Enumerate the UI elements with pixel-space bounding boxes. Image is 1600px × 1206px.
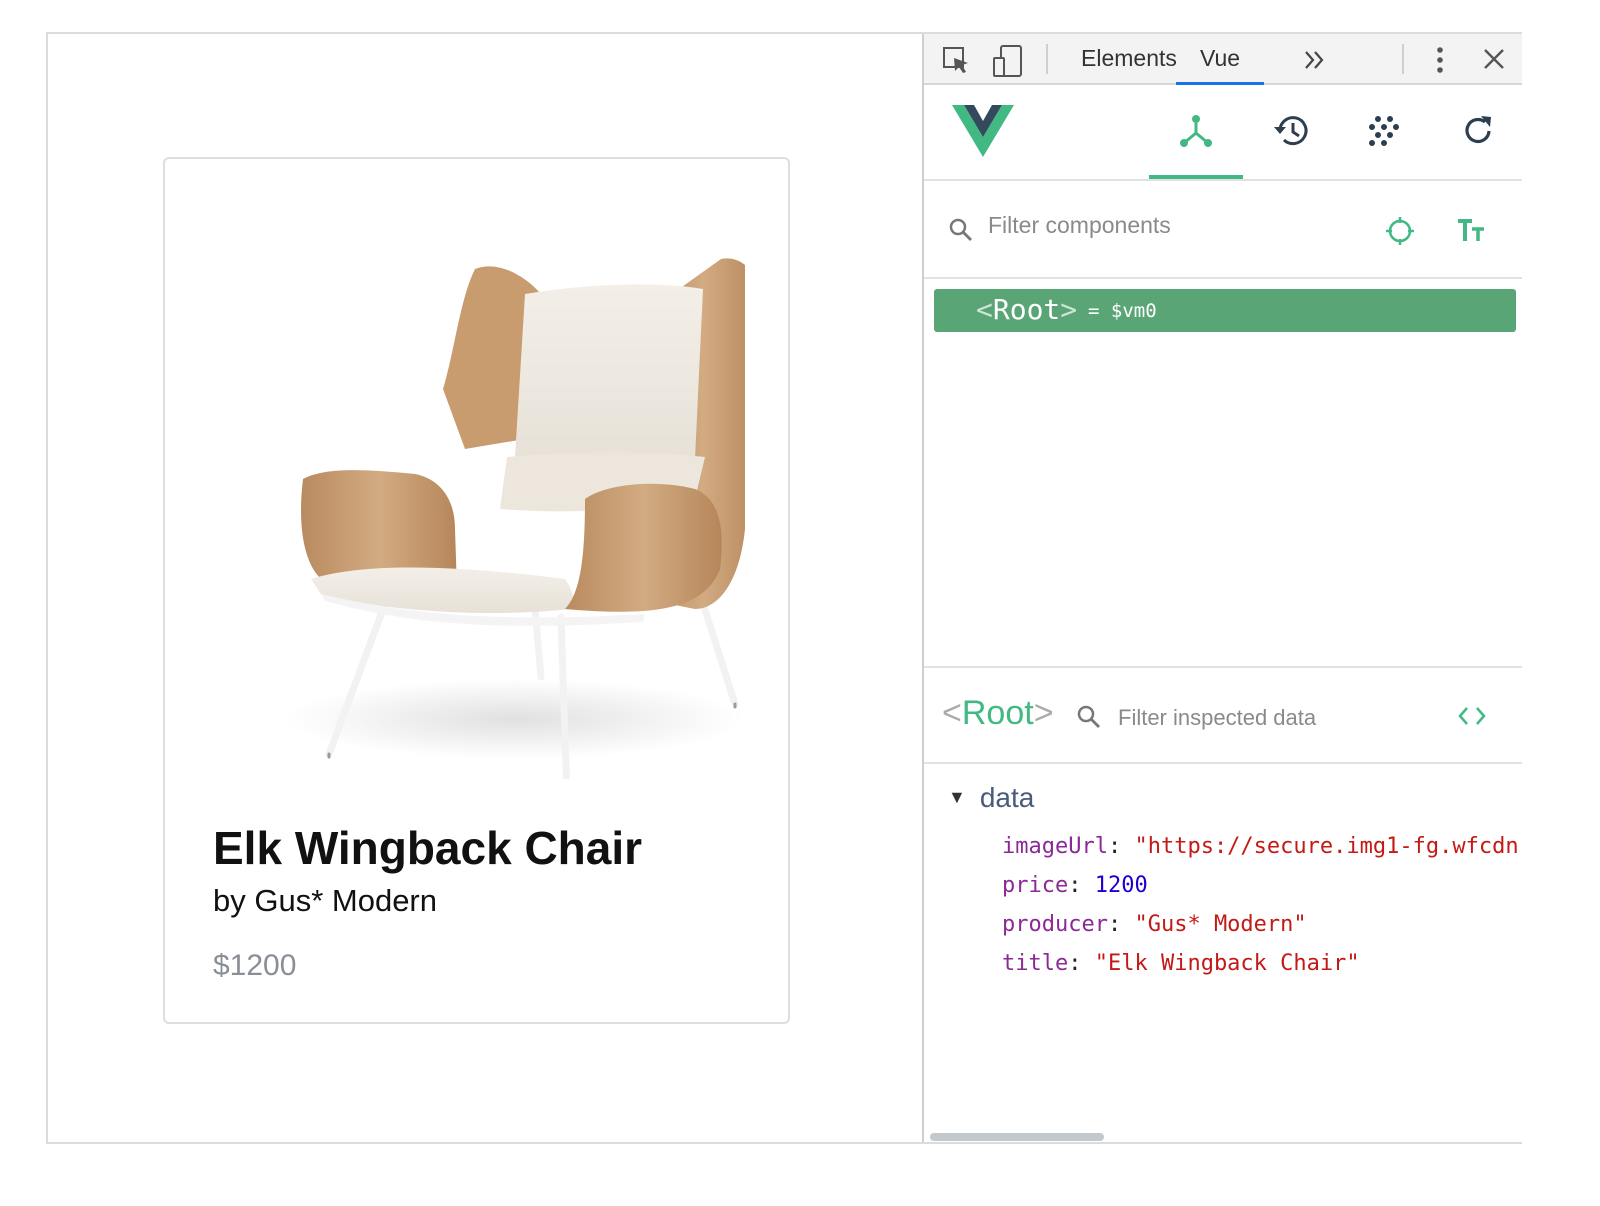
component-tree: <Root> = $vm0 — [924, 279, 1522, 666]
inspected-data: ▼ data imageUrl: "https://secure.img1-fg.… — [924, 764, 1522, 1134]
more-tabs-icon[interactable] — [1304, 50, 1326, 70]
refresh-icon — [1465, 116, 1491, 144]
product-card: Elk Wingback Chair by Gus* Modern $1200 — [163, 157, 790, 1024]
data-prop-price: price: 1200 — [1002, 873, 1148, 898]
tabbar-divider — [1046, 44, 1048, 74]
text-format-icon[interactable] — [1456, 219, 1486, 243]
browser-window: Elk Wingback Chair by Gus* Modern $1200 … — [46, 32, 1522, 1144]
vue-logo-icon — [952, 105, 1014, 157]
devtools-tabbar: Elements Vue — [924, 34, 1522, 85]
page-viewport: Elk Wingback Chair by Gus* Modern $1200 — [48, 34, 922, 1142]
device-toolbar-icon[interactable] — [992, 44, 1024, 78]
horizontal-scrollbar[interactable] — [930, 1133, 1104, 1141]
select-component-icon[interactable] — [1384, 215, 1416, 247]
component-name: Root — [992, 293, 1061, 326]
tab-elements[interactable]: Elements — [1081, 44, 1177, 82]
events-tab[interactable] — [1337, 85, 1431, 179]
filter-components-input[interactable] — [986, 211, 1370, 240]
components-icon — [1180, 115, 1212, 147]
data-prop-imageurl: imageUrl: "https://secure.img1-fg.wfcdn.… — [1002, 834, 1522, 859]
component-filter-bar — [924, 181, 1522, 279]
close-icon[interactable] — [1483, 48, 1505, 70]
product-image — [285, 258, 745, 779]
search-icon — [1077, 705, 1100, 728]
refresh-tab[interactable] — [1431, 85, 1522, 179]
tab-vue[interactable]: Vue — [1176, 44, 1265, 85]
product-price: $1200 — [213, 949, 297, 982]
kebab-menu-icon[interactable] — [1430, 46, 1450, 74]
inspected-component-name: <Root> — [942, 694, 1054, 732]
code-view-icon[interactable] — [1458, 706, 1486, 726]
component-tag: <Root> — [976, 293, 1078, 326]
inspector-header: <Root> — [924, 666, 1522, 764]
data-section-toggle[interactable]: ▼ data — [948, 782, 1034, 814]
tree-row-root[interactable]: <Root> = $vm0 — [934, 289, 1516, 332]
vm-reference: = $vm0 — [1088, 300, 1157, 322]
components-tab[interactable] — [1149, 85, 1243, 179]
data-prop-producer: producer: "Gus* Modern" — [1002, 912, 1307, 937]
data-prop-title: title: "Elk Wingback Chair" — [1002, 951, 1360, 976]
events-icon — [1369, 116, 1399, 146]
devtools-panel: Elements Vue Filter components <Root> = … — [922, 34, 1522, 1142]
search-icon — [949, 218, 972, 241]
caret-down-icon: ▼ — [948, 787, 966, 807]
tabbar-divider-right — [1402, 44, 1404, 74]
product-title: Elk Wingback Chair — [213, 822, 643, 874]
product-producer: by Gus* Modern — [213, 883, 437, 918]
history-tab[interactable] — [1243, 85, 1337, 179]
history-icon — [1274, 116, 1308, 146]
filter-inspected-data-input[interactable] — [1116, 704, 1420, 732]
inspect-element-icon[interactable] — [942, 46, 972, 76]
vue-devtools-toolbar — [924, 85, 1522, 181]
